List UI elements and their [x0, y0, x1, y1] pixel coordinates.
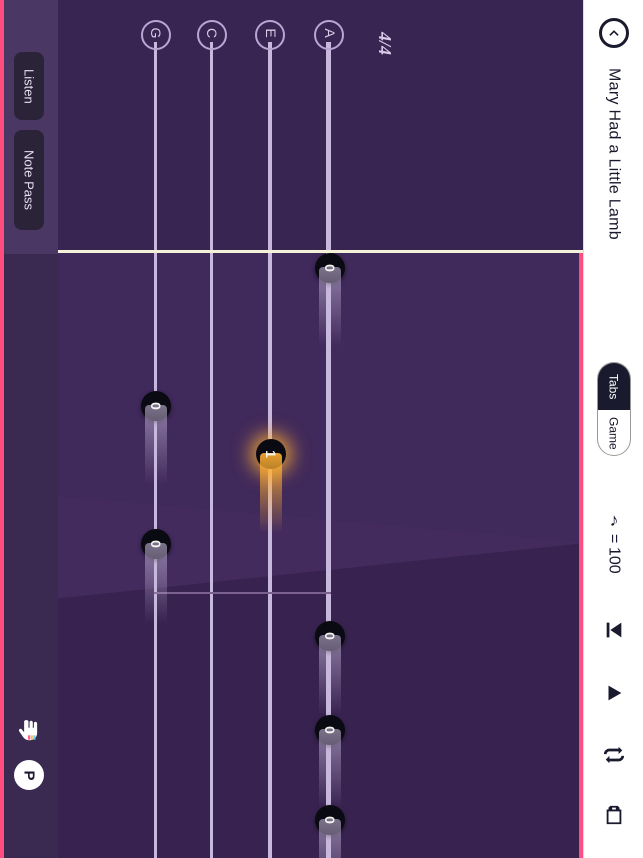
play-button[interactable] [599, 678, 629, 708]
note: 0 [141, 529, 171, 559]
note: 0 [315, 715, 345, 745]
note-tail [260, 453, 282, 533]
bottom-toolbar: Listen Note Pass P [0, 0, 58, 858]
p-label: P [20, 770, 37, 780]
bar-line [154, 592, 331, 594]
note-tail [145, 543, 167, 623]
note-fret: 0 [322, 632, 338, 640]
note: 0 [315, 805, 345, 835]
note-pass-label: Note Pass [22, 150, 37, 210]
skip-back-button[interactable] [599, 615, 629, 645]
note-tail [319, 819, 341, 858]
string-label-g: G [148, 20, 164, 46]
toggle-game-label: Game [607, 417, 621, 450]
note: 1 [256, 439, 286, 469]
note-tail [319, 635, 341, 715]
hand-icon[interactable] [14, 716, 44, 746]
tempo-display[interactable]: ♪ = 100 [603, 510, 624, 574]
note-fret: 1 [263, 450, 279, 458]
song-title: Mary Had a Little Lamb [605, 68, 623, 240]
collapse-button[interactable] [599, 18, 629, 48]
loop-button[interactable] [599, 740, 629, 770]
note-fret: 0 [322, 264, 338, 272]
eighth-note-icon: ♪ [603, 510, 624, 530]
accent-stripe [0, 254, 4, 858]
listen-button[interactable]: Listen [14, 52, 44, 120]
toggle-game[interactable]: Game [598, 410, 630, 456]
note-tail [319, 267, 341, 347]
note-fret: 0 [148, 540, 164, 548]
tempo-value: 100 [605, 547, 623, 574]
note-fret: 0 [148, 402, 164, 410]
string-label-a: A [322, 20, 338, 46]
accent-stripe [0, 0, 4, 254]
listen-label: Listen [22, 69, 37, 104]
string-label-e: E [263, 20, 279, 46]
clipboard-button[interactable] [599, 800, 629, 830]
app-frame: Listen Note Pass P G C E A 4/4 0010000 [0, 0, 643, 858]
hit-line [58, 250, 583, 253]
string-label-c: C [204, 20, 220, 46]
view-toggle[interactable]: Tabs Game [597, 362, 631, 456]
top-toolbar: Mary Had a Little Lamb Tabs Game ♪ = 100 [583, 0, 643, 858]
skip-back-icon [603, 619, 625, 641]
tempo-equals: = [605, 534, 623, 543]
clipboard-icon [603, 804, 625, 826]
note-fret: 0 [322, 816, 338, 824]
note: 0 [315, 253, 345, 283]
chevron-up-icon [607, 26, 621, 40]
note-tail [319, 729, 341, 809]
note-pass-button[interactable]: Note Pass [14, 130, 44, 230]
play-icon [603, 682, 625, 704]
note-fret: 0 [322, 726, 338, 734]
loop-icon [603, 744, 625, 766]
playfield[interactable]: G C E A 4/4 0 0 1 0 0 0 0 [58, 0, 583, 858]
p-button[interactable]: P [14, 760, 44, 790]
note-tail [145, 405, 167, 485]
string-c [210, 42, 213, 858]
note: 0 [141, 391, 171, 421]
time-signature: 4/4 [374, 32, 395, 55]
note: 0 [315, 621, 345, 651]
toggle-tabs-label: Tabs [607, 374, 621, 399]
toggle-tabs[interactable]: Tabs [598, 363, 630, 410]
